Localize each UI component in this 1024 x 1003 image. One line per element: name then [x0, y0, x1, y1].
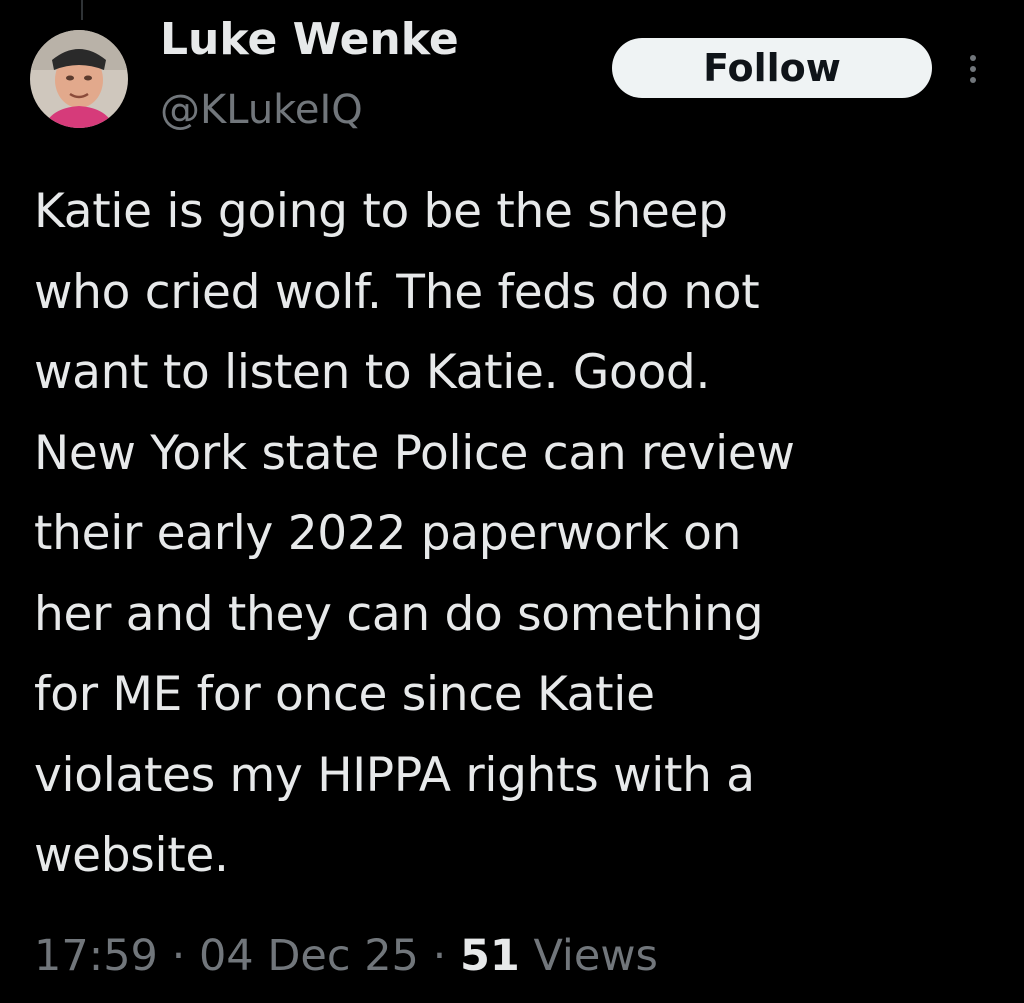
tweet-date[interactable]: 04 Dec 25: [199, 931, 419, 981]
avatar-image: [30, 30, 128, 128]
views-label[interactable]: Views: [533, 931, 657, 981]
meta-separator: ·: [171, 931, 186, 981]
meta-separator: ·: [432, 931, 447, 981]
author-name[interactable]: Luke Wenke: [160, 12, 459, 68]
avatar[interactable]: [30, 30, 128, 128]
author-handle[interactable]: @KLukeIQ: [160, 84, 363, 136]
thread-connector-line: [81, 0, 83, 20]
tweet-meta: 17:59 · 04 Dec 25 · 51 Views: [34, 926, 658, 986]
tweet-time[interactable]: 17:59: [34, 931, 158, 981]
tweet-text: Katie is going to be the sheep who cried…: [34, 184, 795, 883]
follow-button[interactable]: Follow: [612, 38, 932, 98]
more-options-icon[interactable]: [958, 48, 988, 88]
views-count[interactable]: 51: [460, 931, 520, 981]
